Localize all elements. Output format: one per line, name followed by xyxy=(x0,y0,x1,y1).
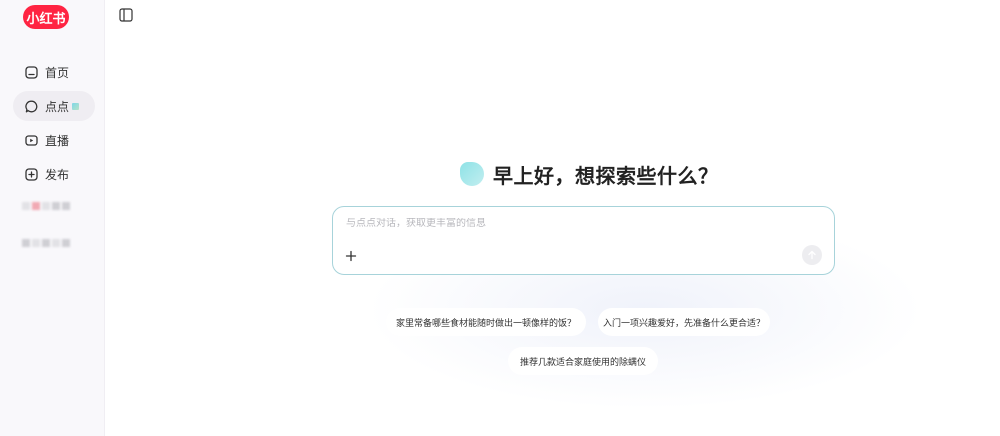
sidebar-item-label: 发布 xyxy=(45,167,70,182)
sidebar-item-label: 直播 xyxy=(45,133,70,148)
greeting: 早上好，想探索些什么？ xyxy=(460,160,719,188)
live-icon xyxy=(24,133,38,147)
chat-input-box[interactable] xyxy=(332,206,835,275)
sidebar-item-diandian[interactable]: 点点 xyxy=(13,91,95,121)
assistant-orb-icon xyxy=(460,162,484,186)
suggestion-chip[interactable]: 推荐几款适合家庭使用的除螨仪 xyxy=(508,347,658,375)
home-icon xyxy=(24,65,38,79)
chat-input[interactable] xyxy=(346,218,786,229)
blurred-user-name[interactable] xyxy=(22,234,70,252)
sidebar-item-label: 点点 xyxy=(45,99,70,114)
sidebar-item-publish[interactable]: 发布 xyxy=(13,159,95,189)
app-window: 小红书 首页 点点 直播 发布 早上好，想探索些什么？ 与点点对话，获取更丰富的… xyxy=(0,0,1000,436)
blurred-user-avatar[interactable] xyxy=(22,197,70,215)
sidebar-item-label: 首页 xyxy=(45,65,70,80)
plus-square-icon xyxy=(24,167,38,181)
suggestion-chip[interactable]: 入门一项兴趣爱好，先准备什么更合适？ xyxy=(598,308,770,336)
brand-logo[interactable]: 小红书 xyxy=(23,5,69,29)
send-button[interactable] xyxy=(802,245,822,265)
ai-badge-icon xyxy=(72,102,80,110)
attach-plus-icon[interactable] xyxy=(344,248,358,262)
chat-bubble-icon xyxy=(24,99,38,113)
greeting-title: 早上好，想探索些什么？ xyxy=(493,163,719,188)
sidebar-item-home[interactable]: 首页 xyxy=(13,57,95,87)
sidebar: 小红书 首页 点点 直播 发布 xyxy=(0,0,105,436)
suggestion-chip[interactable]: 家里常备哪些食材能随时做出一顿像样的饭？ xyxy=(386,308,586,336)
arrow-up-icon xyxy=(808,250,816,260)
main-content: 早上好，想探索些什么？ 家里常备哪些食材能随时做出一顿像样的饭？ 入门一项兴趣爱… xyxy=(105,0,1000,436)
sidebar-item-live[interactable]: 直播 xyxy=(13,125,95,155)
